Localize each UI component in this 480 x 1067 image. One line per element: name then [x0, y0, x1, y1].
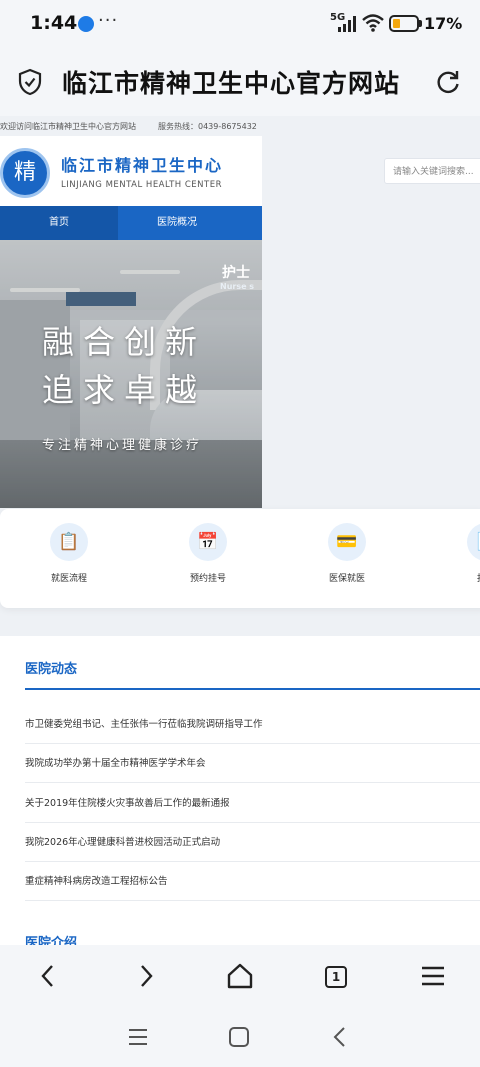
nav-item-home[interactable]: 首页 — [0, 206, 118, 240]
hotline-text: 服务热线：0439-8675432 — [158, 122, 257, 131]
battery-percent: 17% — [424, 14, 463, 33]
hero-slogan: 融合创新 追求卓越 — [42, 323, 207, 409]
hero-nurse-sign-en: Nurse s — [220, 282, 255, 291]
quick-link-label: 预约挂号 — [189, 574, 226, 584]
forward-icon[interactable] — [130, 961, 160, 991]
hero-nurse-sign: 护士 — [222, 265, 250, 281]
news-item[interactable]: 市卫健委党组书记、主任张伟一行莅临我院调研指导工作 — [25, 705, 480, 744]
recents-icon[interactable] — [126, 1025, 150, 1049]
menu-icon[interactable] — [418, 961, 448, 991]
home-icon[interactable] — [225, 961, 255, 991]
quick-link-appointment[interactable]: 📅 预约挂号 — [163, 523, 253, 584]
news-section: 医院动态 市卫健委党组书记、主任张伟一行莅临我院调研指导工作 我院成功举办第十届… — [0, 636, 480, 945]
news-item[interactable]: 重症精神科病房改造工程招标公告 — [25, 862, 480, 901]
clipboard-icon: 📋 — [50, 523, 88, 561]
hero-banner[interactable]: 护士 Nurse s 融合创新 追求卓越 专注精神心理健康诊疗 — [0, 240, 262, 508]
quick-link-insurance[interactable]: 💳 医保就医 — [302, 523, 392, 584]
hospital-name-en: LINJIANG MENTAL HEALTH CENTER — [61, 180, 222, 190]
signal-icon — [338, 16, 356, 32]
quick-link-label: 报告 — [441, 571, 480, 584]
news-item[interactable]: 我院2026年心理健康科普进校园活动正式启动 — [25, 823, 480, 862]
report-icon: 📄 — [467, 523, 480, 561]
site-topbar: 欢迎访问临江市精神卫生中心官方网站 服务热线：0439-8675432 — [0, 116, 262, 136]
news-item[interactable]: 关于2019年住院楼火灾事故善后工作的最新通报 — [25, 784, 480, 823]
search-input[interactable] — [385, 160, 480, 184]
site-header: 精 临江市精神卫生中心 LINJIANG MENTAL HEALTH CENTE… — [0, 136, 262, 206]
battery-level — [393, 19, 400, 28]
main-nav: 首页 医院概况 — [0, 206, 262, 240]
nav-item-overview[interactable]: 医院概况 — [118, 206, 236, 240]
news-item[interactable]: 我院成功举办第十届全市精神医学学术年会 — [25, 744, 480, 783]
status-time: 1:44 — [30, 12, 78, 34]
quick-link-process[interactable]: 📋 就医流程 — [24, 523, 114, 584]
search-box — [384, 158, 480, 184]
wifi-icon — [362, 14, 384, 32]
battery-icon — [389, 15, 419, 32]
web-page: 欢迎访问临江市精神卫生中心官方网站 服务热线：0439-8675432 精 临江… — [0, 116, 480, 945]
calendar-icon: 📅 — [189, 523, 227, 561]
more-notifications-icon: ··· — [98, 10, 119, 31]
quick-link-label: 就医流程 — [50, 574, 87, 584]
quick-links: 📋 就医流程 📅 预约挂号 💳 医保就医 📄 报告 — [0, 509, 480, 608]
quick-link-label: 医保就医 — [328, 574, 365, 584]
back-icon[interactable] — [34, 961, 64, 991]
welcome-text: 欢迎访问临江市精神卫生中心官方网站 — [0, 122, 136, 131]
card-icon: 💳 — [328, 523, 366, 561]
app-notification-icon — [78, 16, 94, 32]
news-divider — [25, 688, 480, 690]
reload-icon[interactable] — [434, 68, 462, 96]
browser-address-bar: 临江市精神卫生中心官方网站 — [0, 48, 480, 116]
back-nav-icon[interactable] — [328, 1025, 352, 1049]
battery-cap — [419, 20, 422, 27]
tabs-button[interactable]: 1 — [325, 966, 347, 988]
news-heading[interactable]: 医院动态 — [25, 658, 77, 677]
system-nav-bar — [0, 1007, 480, 1067]
status-bar: 1:44 ··· 5G 17% — [0, 0, 480, 48]
hospital-name-cn[interactable]: 临江市精神卫生中心 — [61, 152, 223, 176]
page-title[interactable]: 临江市精神卫生中心官方网站 — [62, 64, 420, 100]
home-nav-icon[interactable] — [227, 1025, 251, 1049]
hero-subslogan: 专注精神心理健康诊疗 — [42, 438, 203, 453]
hospital-logo[interactable]: 精 — [0, 148, 50, 198]
browser-toolbar: 1 — [0, 945, 480, 1007]
quick-link-report[interactable]: 📄 报告 — [441, 523, 480, 584]
shield-icon[interactable] — [18, 68, 42, 96]
intro-heading[interactable]: 医院介绍 — [25, 932, 77, 945]
